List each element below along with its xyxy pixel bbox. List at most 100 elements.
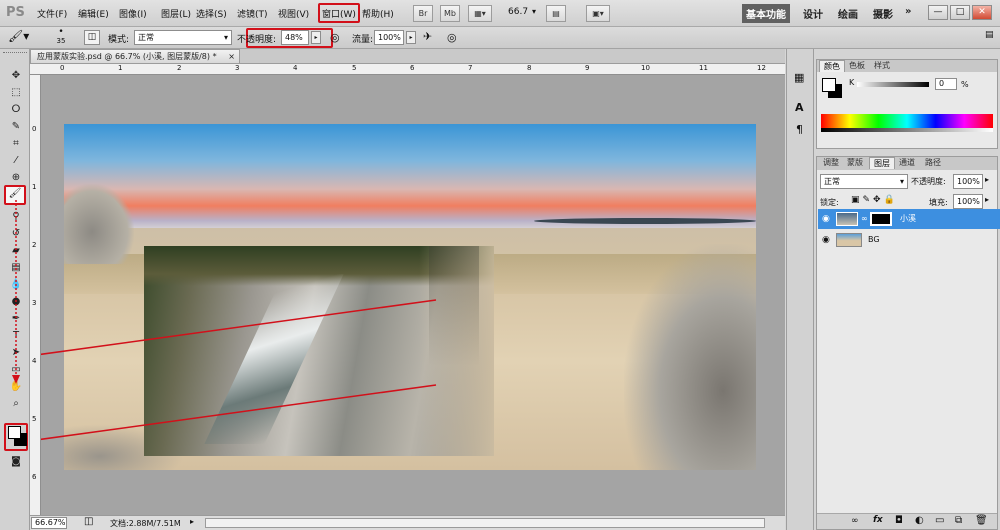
restore-button[interactable]: □: [950, 5, 970, 20]
layer-opacity-slider-toggle[interactable]: ▸: [985, 175, 989, 184]
canvas-pasteboard[interactable]: [41, 75, 785, 515]
brush-size-picker[interactable]: • 35: [50, 28, 72, 48]
eyedropper-tool-icon[interactable]: ⁄: [8, 154, 24, 167]
menu-file[interactable]: 文件(F): [37, 7, 67, 20]
trash-icon[interactable]: 🗑: [975, 515, 988, 526]
view-extras-button[interactable]: ▦▾: [468, 5, 492, 22]
ruler-horizontal: 0 1 2 3 4 5 6 7 8 9 10 11 12: [30, 64, 785, 75]
ruler-tick-label: 4: [32, 357, 37, 365]
tab-paths[interactable]: 路径: [921, 157, 945, 169]
workspace-design[interactable]: 设计: [803, 6, 823, 21]
minibridge-button[interactable]: Mb: [440, 5, 460, 22]
layer-opacity-label: 不透明度:: [911, 177, 946, 186]
arrange-docs-button[interactable]: ▤: [546, 5, 566, 22]
layer-row-bg[interactable]: ◉ BG: [818, 230, 1000, 250]
tab-masks[interactable]: 蒙版: [843, 157, 867, 169]
fill-input[interactable]: 100%: [953, 194, 983, 209]
app-logo: PS: [6, 5, 25, 20]
mask-icon[interactable]: ◘: [895, 515, 903, 526]
move-tool-icon[interactable]: ✥: [8, 69, 24, 82]
k-channel-slider[interactable]: [857, 82, 929, 87]
tab-layers[interactable]: 图层: [869, 157, 895, 169]
lock-icons[interactable]: ▣✎✥🔒: [851, 195, 898, 205]
document-size[interactable]: 文档:2.88M/7.51M: [110, 518, 181, 529]
blend-mode-select[interactable]: 正常 ▾: [820, 174, 908, 189]
tab-swatches[interactable]: 色板: [845, 60, 869, 72]
menu-image[interactable]: 图像(I): [119, 7, 147, 20]
eye-icon[interactable]: ◉: [822, 209, 830, 229]
layer-row-stream[interactable]: ◉ ∞ 小溪: [818, 209, 1000, 229]
layer-name[interactable]: 小溪: [900, 209, 916, 229]
pressure-size-icon[interactable]: ◎: [447, 31, 457, 44]
flow-slider-toggle[interactable]: ▸: [406, 31, 416, 44]
horizontal-scrollbar[interactable]: [205, 518, 765, 528]
fill-slider-toggle[interactable]: ▸: [985, 195, 989, 204]
crop-tool-icon[interactable]: ⌗: [8, 137, 24, 150]
menu-window[interactable]: 窗口(W): [318, 3, 360, 23]
mode-select[interactable]: 正常 ▾: [134, 30, 232, 45]
lasso-tool-icon[interactable]: ⵔ: [8, 103, 24, 116]
bridge-button[interactable]: Br: [413, 5, 433, 22]
new-layer-icon[interactable]: ⧉: [955, 515, 962, 526]
close-button[interactable]: ✕: [972, 5, 992, 20]
foreground-color-swatch[interactable]: [8, 426, 21, 439]
menu-edit[interactable]: 编辑(E): [78, 7, 109, 20]
panel-foreground-swatch[interactable]: [822, 78, 836, 92]
paragraph-panel-icon[interactable]: ¶: [796, 123, 803, 136]
opacity-slider-toggle[interactable]: ▸: [311, 31, 321, 44]
layer-opacity-input[interactable]: 100%: [953, 174, 983, 189]
workspace-more[interactable]: »: [905, 6, 911, 17]
status-menu-arrow-icon[interactable]: ▸: [190, 517, 194, 526]
link-chain-icon[interactable]: ∞: [861, 209, 868, 229]
flow-input[interactable]: 100%: [374, 30, 404, 45]
quick-mask-icon[interactable]: ◙: [8, 455, 24, 468]
history-panel-icon[interactable]: ▦: [794, 71, 804, 84]
document-close-icon[interactable]: ×: [228, 50, 235, 63]
tools-panel-grip[interactable]: [3, 52, 27, 60]
adjust-icon[interactable]: ◐: [915, 515, 924, 526]
grayscale-bar[interactable]: [821, 128, 993, 132]
workspace-essentials[interactable]: 基本功能: [742, 4, 790, 23]
marquee-tool-icon[interactable]: ⬚: [8, 86, 24, 99]
workspace-photography[interactable]: 摄影: [873, 6, 893, 21]
menu-layer[interactable]: 图层(L): [161, 7, 191, 20]
zoom-level[interactable]: 66.7: [508, 7, 528, 17]
tab-channels[interactable]: 通道: [895, 157, 919, 169]
airbrush-icon[interactable]: ✈: [423, 30, 432, 43]
document-tab-title: 应用蒙版实验.psd @ 66.7% (小溪, 图层蒙版/8) *: [37, 52, 217, 61]
layer-mask-thumbnail[interactable]: [870, 212, 892, 226]
brush-panel-toggle-icon[interactable]: ◫: [84, 30, 100, 45]
color-panel-tabs: 颜色 色板 样式: [817, 60, 997, 72]
folder-icon[interactable]: ▭: [935, 515, 944, 526]
tab-styles[interactable]: 样式: [870, 60, 894, 72]
zoom-dropdown-icon[interactable]: ▾: [532, 7, 536, 16]
k-channel-input[interactable]: 0: [935, 78, 957, 90]
character-panel-icon[interactable]: A: [795, 101, 804, 114]
screen-mode-button[interactable]: ▣▾: [586, 5, 610, 22]
quick-select-tool-icon[interactable]: ✎: [8, 120, 24, 133]
pressure-opacity-icon[interactable]: ◎: [330, 31, 340, 44]
arrow-to-canvas: [41, 299, 437, 356]
healing-tool-icon[interactable]: ⊕: [8, 171, 24, 184]
tab-adjustments[interactable]: 调整: [819, 157, 843, 169]
minimize-button[interactable]: —: [928, 5, 948, 20]
menu-select[interactable]: 选择(S): [196, 7, 227, 20]
tab-color[interactable]: 颜色: [819, 60, 845, 72]
eye-icon[interactable]: ◉: [822, 230, 830, 250]
workspace-painting[interactable]: 绘画: [838, 6, 858, 21]
menu-help[interactable]: 帮助(H): [362, 7, 394, 20]
menu-view[interactable]: 视图(V): [278, 7, 309, 20]
fx-icon[interactable]: fx: [873, 515, 883, 525]
brush-tool-preset-icon[interactable]: 🖌▾: [8, 29, 32, 46]
layer-name[interactable]: BG: [868, 230, 880, 250]
annotation-arrows: [41, 299, 437, 441]
blend-mode-value: 正常: [824, 177, 840, 186]
document-tab[interactable]: 应用蒙版实验.psd @ 66.7% (小溪, 图层蒙版/8) * ×: [30, 49, 240, 64]
color-spectrum-bar[interactable]: [821, 114, 993, 128]
panel-menu-icon[interactable]: ▤: [985, 30, 994, 40]
zoom-input[interactable]: 66.67%: [31, 517, 67, 529]
menu-filter[interactable]: 滤镜(T): [237, 7, 268, 20]
opacity-input[interactable]: 48%: [281, 30, 309, 45]
link-icon[interactable]: ∞: [851, 516, 859, 526]
brush-size-value: 35: [56, 37, 66, 45]
